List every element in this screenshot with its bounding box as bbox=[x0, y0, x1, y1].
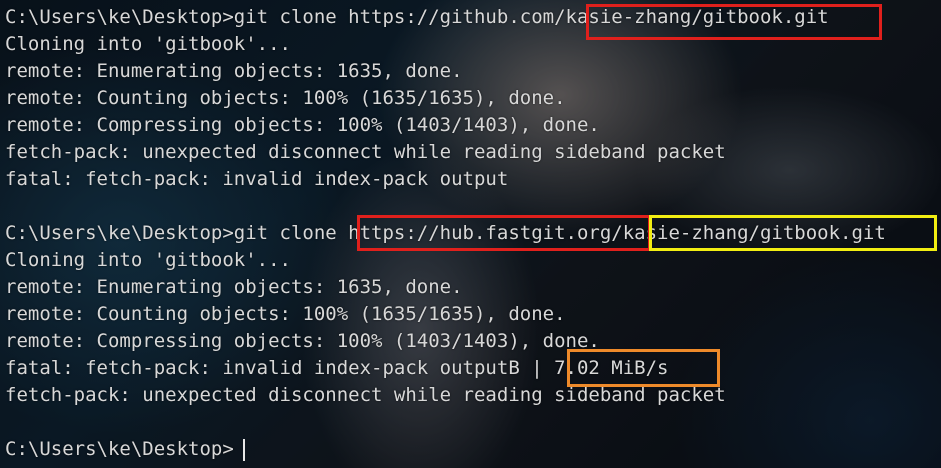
terminal-line-17: C:\Users\ke\Desktop> bbox=[5, 438, 234, 460]
github-repo-path-highlight bbox=[586, 4, 882, 40]
terminal-line-2: Cloning into 'gitbook'... bbox=[5, 33, 291, 55]
terminal-line-12: remote: Counting objects: 100% (1635/163… bbox=[5, 303, 566, 325]
fastgit-host-highlight bbox=[357, 215, 651, 251]
fastgit-repo-path-highlight bbox=[649, 215, 937, 251]
transfer-speed-highlight bbox=[567, 349, 720, 387]
terminal-line-10: Cloning into 'gitbook'... bbox=[5, 249, 291, 271]
terminal-line-11: remote: Enumerating objects: 1635, done. bbox=[5, 276, 463, 298]
terminal-line-13: remote: Compressing objects: 100% (1403/… bbox=[5, 330, 600, 352]
terminal-line-4: remote: Counting objects: 100% (1635/163… bbox=[5, 87, 566, 109]
terminal-line-5: remote: Compressing objects: 100% (1403/… bbox=[5, 114, 600, 136]
terminal-line-6: fetch-pack: unexpected disconnect while … bbox=[5, 141, 726, 163]
terminal-window[interactable]: C:\Users\ke\Desktop>git clone https://gi… bbox=[0, 0, 941, 468]
terminal-line-3: remote: Enumerating objects: 1635, done. bbox=[5, 60, 463, 82]
text-cursor bbox=[243, 439, 245, 461]
terminal-line-7: fatal: fetch-pack: invalid index-pack ou… bbox=[5, 168, 509, 190]
